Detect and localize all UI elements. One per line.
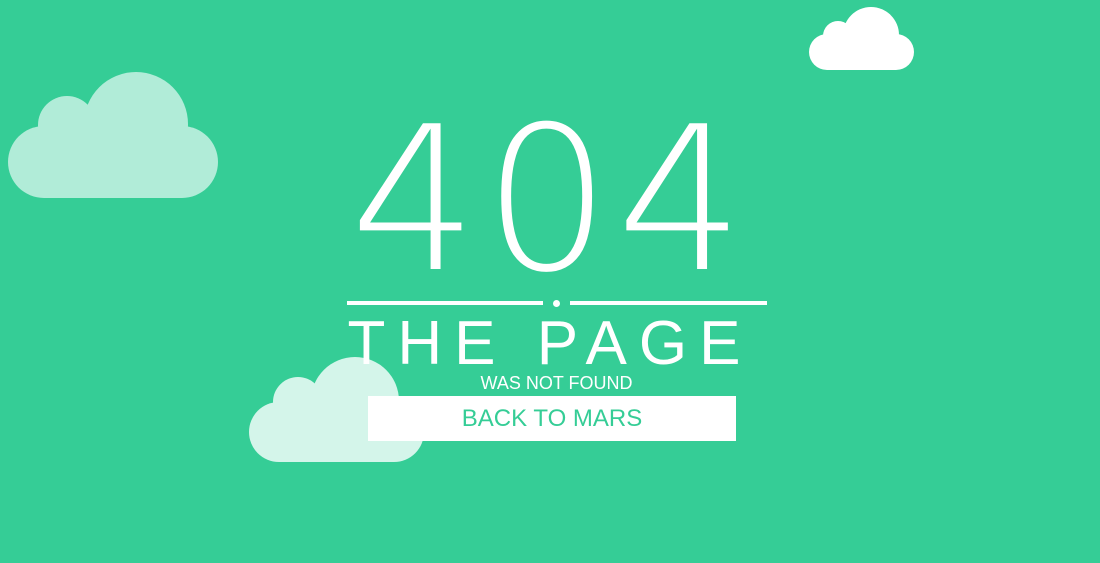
divider-left (347, 301, 543, 305)
back-to-mars-button[interactable]: BACK TO MARS (368, 396, 736, 441)
error-content: 404 THE PAGE WAS NOT FOUND BACK TO MARS (0, 0, 1100, 563)
error-headline: THE PAGE (347, 309, 753, 378)
divider-dot (553, 300, 560, 307)
error-code: 404 (350, 84, 750, 317)
error-subline: WAS NOT FOUND (480, 373, 633, 393)
divider-right (570, 301, 767, 305)
